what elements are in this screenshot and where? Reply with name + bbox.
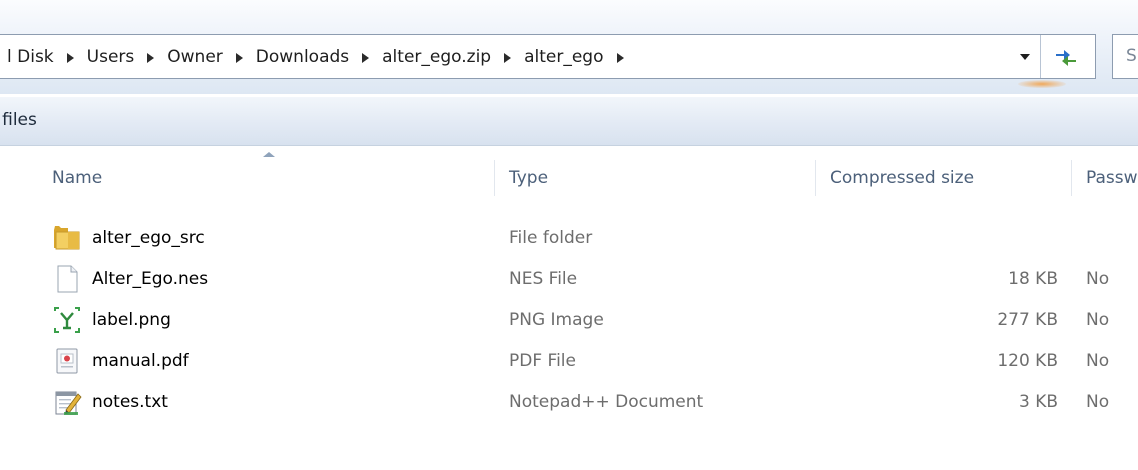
file-name: manual.pdf	[92, 351, 189, 371]
file-password: No	[1086, 351, 1110, 371]
breadcrumb-arrow-icon[interactable]	[235, 52, 243, 63]
breadcrumb-users[interactable]: Users	[87, 47, 135, 67]
file-type: PNG Image	[509, 310, 604, 330]
breadcrumb-zip-archive[interactable]: alter_ego.zip	[382, 47, 491, 67]
sort-ascending-icon	[263, 152, 275, 157]
breadcrumb-arrow-icon[interactable]	[362, 52, 370, 63]
breadcrumb-owner[interactable]: Owner	[167, 47, 223, 67]
breadcrumb-alter-ego[interactable]: alter_ego	[524, 47, 603, 67]
file-row[interactable]: Alter_Ego.nes NES File 18 KB No	[0, 259, 1138, 299]
blank-file-icon	[57, 265, 78, 293]
refresh-button[interactable]	[1047, 39, 1085, 74]
address-bar[interactable]: l Disk Users Owner Downloads alter_ego.z…	[0, 34, 1096, 79]
breadcrumb-arrow-icon[interactable]	[147, 52, 155, 63]
file-name: label.png	[92, 310, 171, 330]
file-name: Alter_Ego.nes	[92, 269, 209, 289]
column-divider[interactable]	[1071, 160, 1072, 196]
column-divider[interactable]	[815, 160, 816, 196]
file-type: Notepad++ Document	[509, 392, 704, 412]
file-password: No	[1086, 269, 1110, 289]
column-divider[interactable]	[494, 160, 495, 196]
breadcrumb-local-disk[interactable]: l Disk	[7, 47, 54, 67]
file-compressed-size: 277 KB	[997, 310, 1058, 330]
file-row[interactable]: alter_ego_src File folder	[0, 218, 1138, 258]
column-header-name[interactable]: Name	[52, 158, 102, 198]
file-row[interactable]: notes.txt Notepad++ Document 3 KB No	[0, 382, 1138, 422]
explorer-window: l Disk Users Owner Downloads alter_ego.z…	[0, 0, 1138, 470]
file-compressed-size: 18 KB	[1008, 269, 1058, 289]
file-password: No	[1086, 392, 1110, 412]
file-type: PDF File	[509, 351, 576, 371]
notepad-file-icon	[55, 391, 82, 415]
file-type: NES File	[509, 269, 578, 289]
folder-icon	[54, 226, 80, 250]
breadcrumb-arrow-icon[interactable]	[66, 52, 74, 63]
breadcrumb-arrow-icon[interactable]	[616, 52, 624, 63]
column-header-password[interactable]: Passw	[1086, 158, 1138, 198]
breadcrumb-downloads[interactable]: Downloads	[256, 47, 349, 67]
pdf-file-icon	[56, 348, 78, 374]
file-list: Name Type Compressed size Passw alter_eg…	[0, 146, 1138, 470]
chevron-down-icon	[1020, 53, 1030, 60]
address-divider	[1040, 35, 1041, 78]
file-name: notes.txt	[92, 392, 168, 412]
file-password: No	[1086, 310, 1110, 330]
file-compressed-size: 3 KB	[1018, 392, 1058, 412]
command-bar: l files	[0, 96, 1138, 146]
address-history-dropdown[interactable]	[1014, 35, 1036, 78]
file-compressed-size: 120 KB	[997, 351, 1058, 371]
breadcrumb: l Disk Users Owner Downloads alter_ego.z…	[7, 35, 637, 78]
file-row[interactable]: label.png PNG Image 277 KB No	[0, 300, 1138, 340]
file-type: File folder	[509, 228, 593, 248]
navigation-bar: l Disk Users Owner Downloads alter_ego.z…	[0, 0, 1138, 94]
column-header-compressed-size[interactable]: Compressed size	[830, 158, 974, 198]
image-file-icon	[54, 307, 80, 333]
extract-all-files-button[interactable]: l files	[0, 110, 37, 130]
column-header-type[interactable]: Type	[509, 158, 548, 198]
search-input[interactable]: S	[1112, 34, 1138, 79]
file-row[interactable]: manual.pdf PDF File 120 KB No	[0, 341, 1138, 381]
breadcrumb-arrow-icon[interactable]	[504, 52, 512, 63]
file-name: alter_ego_src	[92, 228, 205, 248]
search-placeholder: S	[1126, 46, 1137, 66]
refresh-icon	[1056, 49, 1076, 66]
refresh-hover-glow	[1018, 80, 1066, 88]
